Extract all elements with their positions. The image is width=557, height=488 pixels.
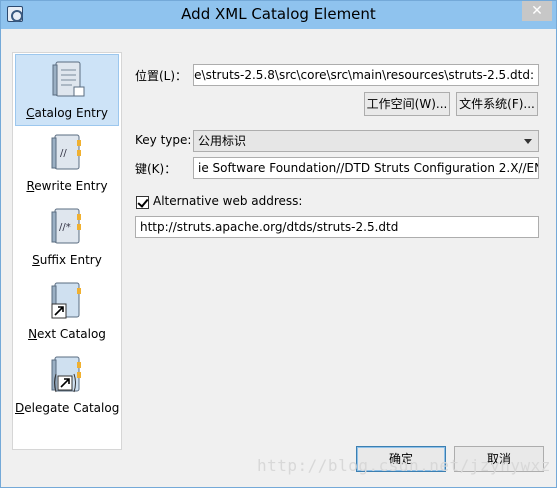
title-bar[interactable]: Add XML Catalog Element ✕: [1, 1, 556, 29]
sidebar-item-label: Delegate Catalog: [15, 401, 120, 415]
sidebar-item-label: Next Catalog: [28, 327, 106, 341]
chevron-down-icon: [524, 139, 532, 144]
key-label: 键(K)：: [135, 162, 177, 176]
dialog-body: Catalog Entry // Rewrite Entry //* Suffi…: [6, 29, 551, 481]
location-label: 位置(L)：: [135, 69, 188, 83]
dialog-title: Add XML Catalog Element: [181, 5, 376, 23]
entry-type-list: Catalog Entry // Rewrite Entry //* Suffi…: [12, 52, 122, 450]
key-type-value: 公用标识: [198, 134, 247, 148]
sidebar-item-catalog-entry[interactable]: Catalog Entry: [15, 54, 119, 126]
sidebar-item-next-catalog[interactable]: Next Catalog: [15, 276, 119, 348]
key-type-select[interactable]: 公用标识: [193, 130, 539, 152]
svg-text://*: //*: [59, 222, 71, 233]
key-type-label: Key type:: [135, 133, 192, 147]
sidebar-item-suffix-entry[interactable]: //* Suffix Entry: [15, 202, 119, 274]
dialog-window: Add XML Catalog Element ✕ Catalog Entry: [0, 0, 557, 488]
catalog-entry-icon: [52, 61, 85, 97]
location-input[interactable]: :he\struts-2.5.8\src\core\src\main\resou…: [193, 64, 539, 86]
alt-web-checkbox[interactable]: [136, 196, 149, 209]
key-input[interactable]: ie Software Foundation//DTD Struts Confi…: [193, 157, 539, 179]
sidebar-item-label: Catalog Entry: [26, 106, 108, 120]
alt-web-input[interactable]: http://struts.apache.org/dtds/struts-2.5…: [135, 216, 539, 238]
suffix-entry-icon: //*: [51, 208, 81, 244]
sidebar-item-delegate-catalog[interactable]: Delegate Catalog: [15, 350, 119, 422]
workspace-button[interactable]: 工作空间(W)...: [364, 92, 450, 116]
next-catalog-icon: [51, 282, 81, 319]
entry-form: 位置(L)： :he\struts-2.5.8\src\core\src\mai…: [123, 52, 548, 450]
watermark: http://blog.csdn.net/jzyhywxz: [257, 456, 551, 475]
filesystem-button[interactable]: 文件系统(F)...: [456, 92, 538, 116]
sidebar-item-label: Rewrite Entry: [26, 179, 108, 193]
alt-web-label: Alternative web address:: [153, 194, 303, 208]
sidebar-item-rewrite-entry[interactable]: // Rewrite Entry: [15, 128, 119, 200]
svg-text://: //: [60, 148, 67, 159]
close-button[interactable]: ✕: [522, 1, 552, 21]
rewrite-entry-icon: //: [51, 134, 81, 170]
delegate-catalog-icon: [51, 356, 81, 393]
sidebar-item-label: Suffix Entry: [32, 253, 102, 267]
